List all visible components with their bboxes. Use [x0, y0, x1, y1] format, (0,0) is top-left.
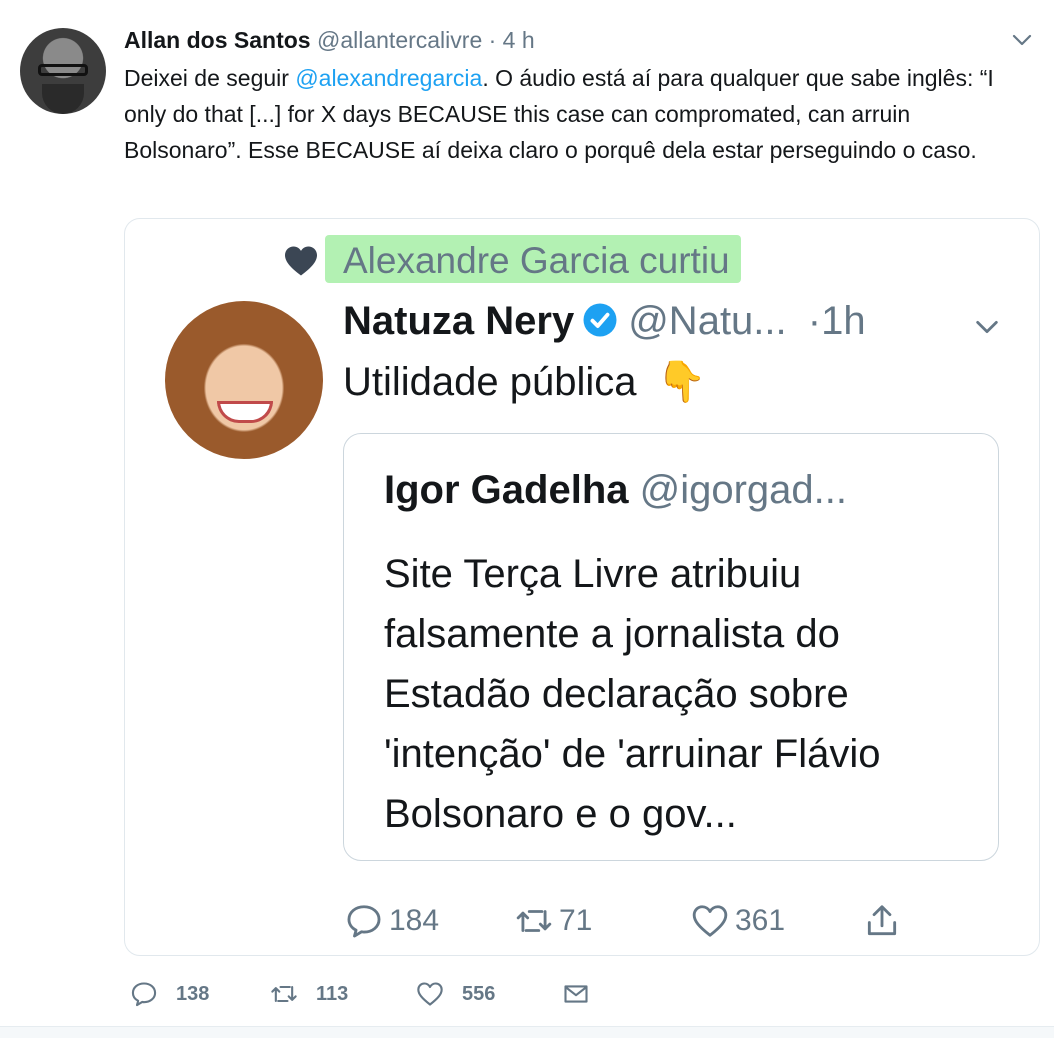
retweet-count: 113 [316, 982, 349, 1005]
quoted-header: Igor Gadelha @igorgad... [384, 464, 847, 516]
heart-icon [692, 905, 728, 937]
like-button[interactable]: 556 [416, 978, 495, 1010]
quoted-text: Site Terça Livre atribuiu falsamente a j… [384, 552, 881, 836]
tweet-header: Allan dos Santos @allantercalivre · 4 h [124, 26, 535, 54]
retweet-button[interactable]: 113 [270, 978, 348, 1010]
liked-by-label: Alexandre Garcia curtiu [343, 240, 730, 281]
reply-button[interactable]: 138 [130, 978, 209, 1010]
embedded-share [863, 899, 907, 943]
author-handle[interactable]: @allantercalivre [317, 27, 482, 53]
mention-link[interactable]: @alexandregarcia [295, 65, 482, 91]
embedded-text-body: Utilidade pública [343, 360, 637, 404]
reply-icon[interactable] [130, 980, 158, 1008]
retweet-icon [516, 910, 552, 932]
quoted-author-name: Igor Gadelha [384, 468, 629, 512]
direct-message-button[interactable] [562, 978, 608, 1010]
chevron-down-icon[interactable] [1010, 28, 1034, 52]
tweet-time[interactable]: · 4 h [489, 27, 535, 53]
embedded-author-name: Natuza Nery [343, 299, 575, 343]
like-count: 556 [462, 982, 496, 1005]
embedded-reply-count: 184 [389, 904, 440, 937]
quoted-tweet: Igor Gadelha @igorgad... Site Terça Livr… [343, 433, 999, 861]
envelope-icon[interactable] [562, 980, 590, 1008]
tweet[interactable]: Allan dos Santos @allantercalivre · 4 h … [0, 0, 1054, 1027]
embedded-action-bar: 184 71 361 [125, 899, 1039, 943]
embedded-reply: 184 [345, 899, 439, 943]
tweet-text: Deixei de seguir @alexandregarcia. O áud… [124, 60, 1029, 168]
avatar-beard [42, 84, 84, 114]
embedded-like: 361 [691, 899, 785, 943]
heart-icon[interactable] [416, 980, 444, 1008]
reply-count: 138 [176, 982, 210, 1005]
embedded-time: ·1h [807, 299, 866, 343]
embedded-like-count: 361 [735, 904, 786, 937]
quoted-author-handle: @igorgad... [639, 468, 848, 512]
avatar-glasses [38, 64, 88, 76]
reply-icon [347, 905, 381, 938]
author-avatar[interactable] [20, 28, 106, 114]
pointing-down-emoji: 👇 [656, 360, 707, 404]
natuza-avatar [165, 301, 323, 459]
tweet-text-before: Deixei de seguir [124, 65, 296, 91]
heart-icon [285, 246, 317, 276]
avatar-smile [217, 401, 273, 423]
embedded-header: Natuza Nery @Natu... ·1h [343, 295, 866, 347]
verified-badge-icon [583, 303, 617, 337]
embedded-retweet-count: 71 [559, 904, 593, 937]
retweet-icon[interactable] [270, 980, 298, 1008]
share-icon [867, 905, 897, 936]
embedded-screenshot[interactable]: Alexandre Garcia curtiu Natuza Nery @Nat… [124, 218, 1040, 956]
embedded-text: Utilidade pública 👇 [343, 357, 706, 407]
chevron-down-icon [976, 320, 998, 334]
embedded-author-handle: @Natu... [628, 299, 787, 343]
embedded-retweet: 71 [515, 899, 592, 943]
author-name[interactable]: Allan dos Santos [124, 27, 311, 53]
